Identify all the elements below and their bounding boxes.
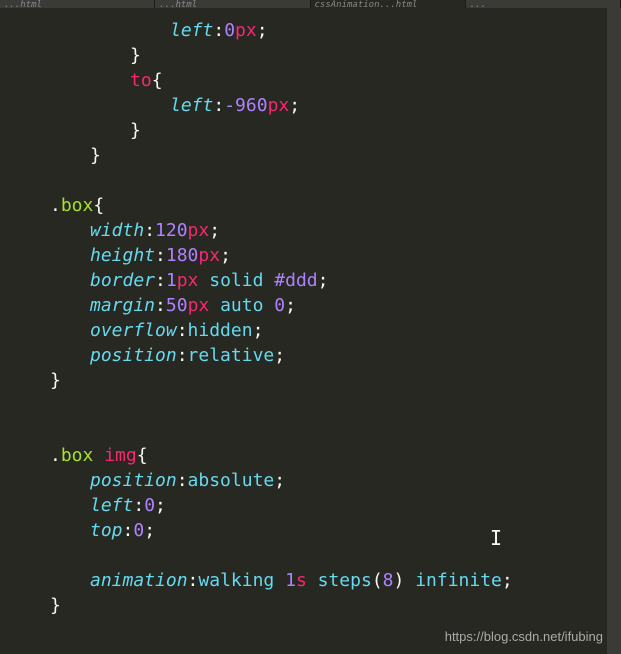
text-cursor-icon: I	[490, 526, 502, 550]
tab-bar: ...html ...html cssAnimation...html ...	[0, 0, 621, 8]
code-line: }	[0, 143, 621, 168]
code-line	[0, 393, 621, 418]
code-line: }	[0, 593, 621, 618]
code-editor[interactable]: left:0px; } to{ left:-960px; } } .box{ w…	[0, 8, 621, 618]
watermark: https://blog.csdn.net/ifubing	[445, 629, 603, 644]
code-line	[0, 168, 621, 193]
code-line	[0, 543, 621, 568]
code-line: overflow:hidden;	[0, 318, 621, 343]
code-line: left:0px;	[0, 18, 621, 43]
code-line: margin:50px auto 0;	[0, 293, 621, 318]
code-line: }	[0, 368, 621, 393]
code-line: animation:walking 1s steps(8) infinite;	[0, 568, 621, 593]
editor-tab-active[interactable]: cssAnimation...html	[311, 0, 466, 8]
code-line: top:0;	[0, 518, 621, 543]
code-line: width:120px;	[0, 218, 621, 243]
editor-tab[interactable]: ...html	[0, 0, 155, 8]
code-line: border:1px solid #ddd;	[0, 268, 621, 293]
code-line: .box img{	[0, 443, 621, 468]
code-line: to{	[0, 68, 621, 93]
code-line: height:180px;	[0, 243, 621, 268]
code-line: .box{	[0, 193, 621, 218]
code-line: position:absolute;	[0, 468, 621, 493]
editor-tab[interactable]: ...	[466, 0, 621, 8]
code-line: position:relative;	[0, 343, 621, 368]
code-line	[0, 418, 621, 443]
code-line: }	[0, 43, 621, 68]
editor-tab[interactable]: ...html	[155, 0, 310, 8]
code-line: }	[0, 118, 621, 143]
scrollbar[interactable]	[607, 8, 621, 654]
code-line: left:-960px;	[0, 93, 621, 118]
code-line: left:0;	[0, 493, 621, 518]
